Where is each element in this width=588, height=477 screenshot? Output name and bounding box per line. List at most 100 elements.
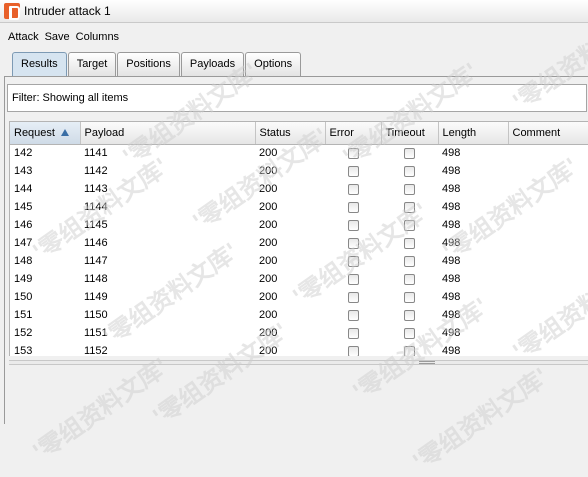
filter-bar[interactable]: Filter: Showing all items <box>7 84 587 112</box>
cell-timeout <box>381 342 438 356</box>
cell-length: 498 <box>442 165 461 177</box>
cell-status: 200 <box>259 309 278 321</box>
results-panel: Filter: Showing all items Request Payloa… <box>4 76 588 425</box>
timeout-checkbox[interactable] <box>404 165 415 177</box>
error-checkbox[interactable] <box>348 345 359 356</box>
timeout-checkbox[interactable] <box>404 291 415 303</box>
column-header-request[interactable]: Request <box>10 122 81 145</box>
error-checkbox[interactable] <box>348 255 359 267</box>
column-header-error[interactable]: Error <box>325 122 382 145</box>
timeout-checkbox[interactable] <box>404 345 415 356</box>
column-header-comment[interactable]: Comment <box>508 122 588 145</box>
timeout-checkbox[interactable] <box>404 273 415 285</box>
timeout-checkbox[interactable] <box>404 183 415 195</box>
menu-attack[interactable]: Attack <box>8 29 39 45</box>
cell-request: 152 <box>14 327 33 339</box>
cell-request: 147 <box>14 237 33 249</box>
table-row[interactable]: 146 1145 200 498 <box>10 216 588 234</box>
cell-error <box>325 234 381 252</box>
cell-comment <box>508 234 588 252</box>
cell-comment <box>508 342 588 356</box>
timeout-checkbox[interactable] <box>404 237 415 249</box>
split-pane-divider[interactable] <box>9 360 588 365</box>
tab-payloads[interactable]: Payloads <box>180 52 245 76</box>
cell-status: 200 <box>259 183 278 195</box>
timeout-checkbox[interactable] <box>404 219 415 231</box>
timeout-checkbox[interactable] <box>404 147 415 159</box>
column-header-timeout[interactable]: Timeout <box>381 122 439 145</box>
cell-timeout <box>381 324 438 342</box>
error-checkbox[interactable] <box>348 309 359 321</box>
tab-target[interactable]: Target <box>67 52 117 76</box>
cell-payload: 1152 <box>84 345 108 356</box>
burp-logo-icon <box>4 3 20 20</box>
cell-request: 150 <box>14 291 33 303</box>
cell-request: 148 <box>14 255 33 267</box>
cell-error <box>325 162 381 180</box>
tab-options[interactable]: Options <box>245 52 302 76</box>
error-checkbox[interactable] <box>348 273 359 285</box>
table-row[interactable]: 148 1147 200 498 <box>10 252 588 270</box>
cell-timeout <box>381 288 438 306</box>
details-pane <box>9 366 588 425</box>
error-checkbox[interactable] <box>348 201 359 213</box>
menu-bar: Attack Save Columns <box>0 26 588 48</box>
cell-status: 200 <box>259 147 278 160</box>
cell-request: 149 <box>14 273 33 285</box>
sort-ascending-icon <box>60 129 69 137</box>
cell-length: 498 <box>442 219 461 231</box>
cell-request: 142 <box>14 147 33 160</box>
column-header-payload[interactable]: Payload <box>80 122 256 145</box>
cell-payload: 1148 <box>84 273 108 285</box>
cell-status: 200 <box>259 165 278 177</box>
column-header-status[interactable]: Status <box>255 122 326 145</box>
results-table-container: Request Payload Status Error Timeout Len… <box>9 121 588 356</box>
tab-results[interactable]: Results <box>12 52 67 76</box>
cell-length: 498 <box>442 273 461 285</box>
cell-comment <box>508 198 588 216</box>
cell-request: 144 <box>14 183 33 195</box>
cell-timeout <box>381 144 438 162</box>
cell-comment <box>508 324 588 342</box>
cell-error <box>325 288 381 306</box>
column-header-length[interactable]: Length <box>438 122 509 145</box>
timeout-checkbox[interactable] <box>404 327 415 339</box>
tab-positions[interactable]: Positions <box>117 52 180 76</box>
cell-payload: 1147 <box>84 255 108 267</box>
drag-handle-icon[interactable] <box>419 361 435 364</box>
cell-payload: 1143 <box>84 183 108 195</box>
cell-error <box>325 270 381 288</box>
table-row[interactable]: 143 1142 200 498 <box>10 162 588 180</box>
cell-payload: 1144 <box>84 201 108 213</box>
error-checkbox[interactable] <box>348 219 359 231</box>
error-checkbox[interactable] <box>348 291 359 303</box>
timeout-checkbox[interactable] <box>404 201 415 213</box>
table-row[interactable]: 144 1143 200 498 <box>10 180 588 198</box>
table-row[interactable]: 152 1151 200 498 <box>10 324 588 342</box>
table-row[interactable]: 142 1141 200 498 <box>10 144 588 162</box>
table-row[interactable]: 147 1146 200 498 <box>10 234 588 252</box>
cell-payload: 1141 <box>84 147 108 160</box>
title-bar: Intruder attack 1 <box>0 0 588 23</box>
timeout-checkbox[interactable] <box>404 309 415 321</box>
table-row[interactable]: 153 1152 200 498 <box>10 342 588 356</box>
cell-request: 145 <box>14 201 33 213</box>
cell-error <box>325 180 381 198</box>
cell-status: 200 <box>259 237 278 249</box>
cell-comment <box>508 180 588 198</box>
table-body: 142 1141 200 498 143 1142 200 498 144 1143 200 498 1… <box>10 144 588 356</box>
cell-status: 200 <box>259 201 278 213</box>
menu-save[interactable]: Save <box>45 29 70 45</box>
table-row[interactable]: 145 1144 200 498 <box>10 198 588 216</box>
error-checkbox[interactable] <box>348 147 359 159</box>
table-row[interactable]: 150 1149 200 498 <box>10 288 588 306</box>
error-checkbox[interactable] <box>348 237 359 249</box>
error-checkbox[interactable] <box>348 165 359 177</box>
menu-columns[interactable]: Columns <box>76 29 119 45</box>
table-row[interactable]: 149 1148 200 498 <box>10 270 588 288</box>
error-checkbox[interactable] <box>348 183 359 195</box>
timeout-checkbox[interactable] <box>404 255 415 267</box>
error-checkbox[interactable] <box>348 327 359 339</box>
table-row[interactable]: 151 1150 200 498 <box>10 306 588 324</box>
cell-timeout <box>381 180 438 198</box>
